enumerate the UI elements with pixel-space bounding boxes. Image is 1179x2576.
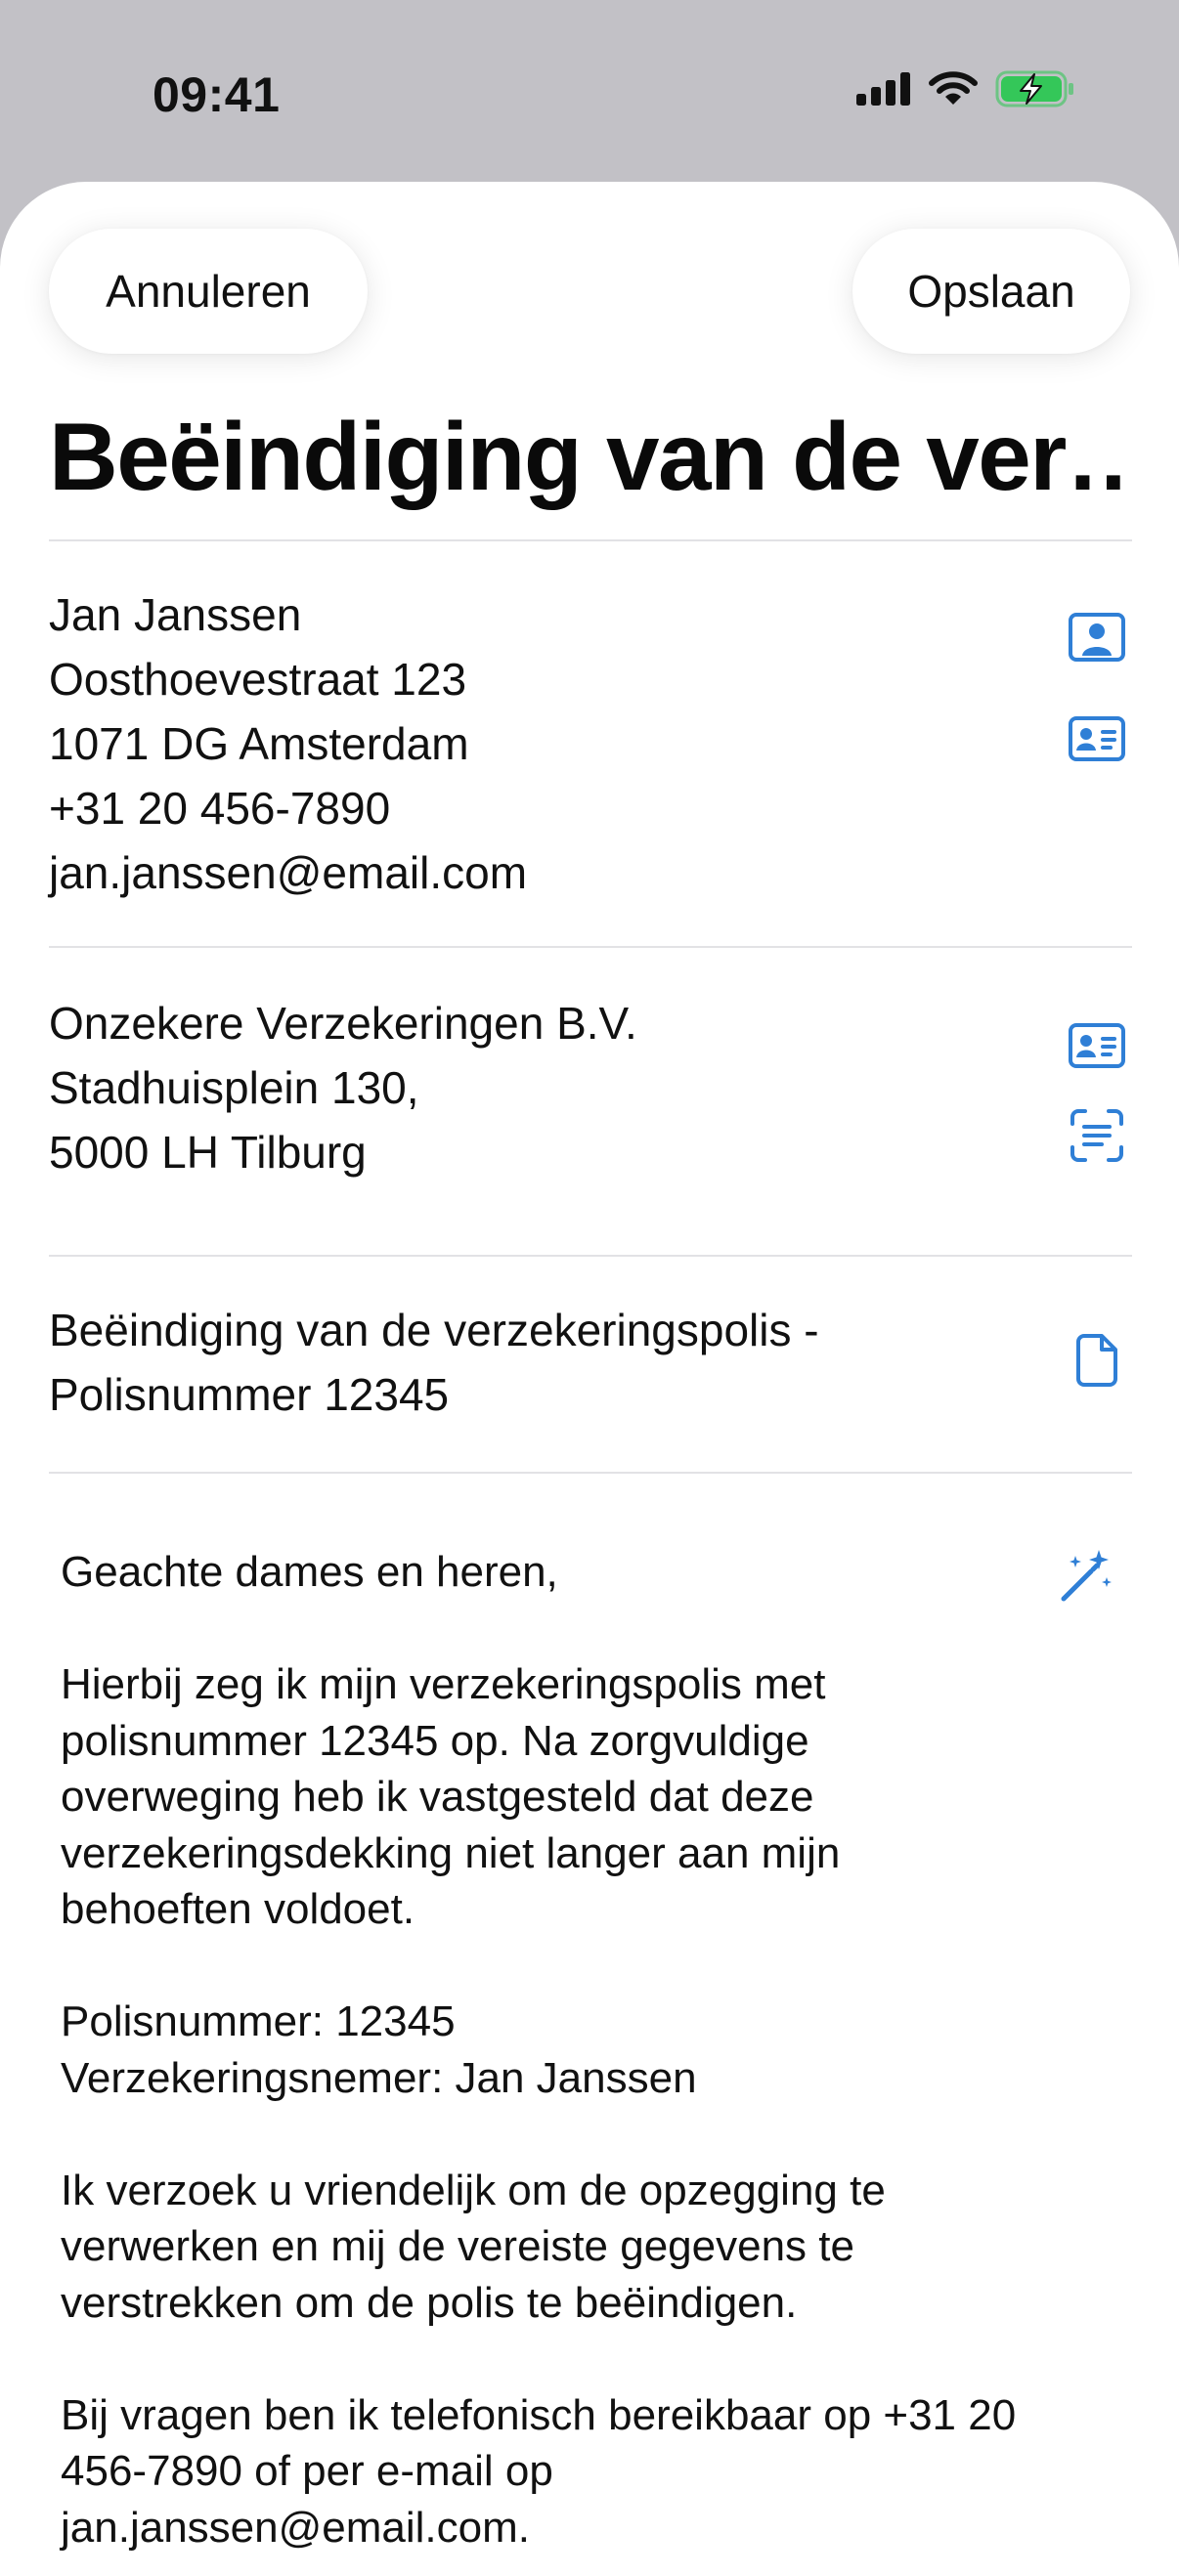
wifi-icon	[929, 71, 978, 111]
subject-line-1: Beëindiging van de verzekeringspolis -	[49, 1305, 819, 1355]
person-square-icon[interactable]	[1062, 602, 1132, 672]
sender-name: Jan Janssen	[49, 589, 302, 640]
letter-body[interactable]: Geachte dames en heren, Hierbij zeg ik m…	[61, 1544, 1126, 2555]
sender-street: Oosthoevestraat 123	[49, 654, 467, 705]
recipient-address-field[interactable]: Onzekere Verzekeringen B.V. Stadhuisplei…	[49, 991, 1007, 1184]
sender-phone: +31 20 456-7890	[49, 783, 391, 834]
save-button[interactable]: Opslaan	[852, 229, 1130, 354]
status-bar: 09:41	[0, 0, 1179, 186]
subject-line-2: Polisnummer 12345	[49, 1369, 450, 1420]
document-icon[interactable]	[1062, 1325, 1132, 1395]
divider	[49, 1255, 1132, 1257]
sender-email: jan.janssen@email.com	[49, 847, 528, 898]
recipient-street: Stadhuisplein 130,	[49, 1062, 419, 1113]
recipient-city: 5000 LH Tilburg	[49, 1127, 367, 1178]
sender-city: 1071 DG Amsterdam	[49, 718, 469, 769]
recipient-company: Onzekere Verzekeringen B.V.	[49, 998, 637, 1049]
cancel-button[interactable]: Annuleren	[49, 229, 368, 354]
status-icons	[856, 70, 1075, 112]
subject-field[interactable]: Beëindiging van de verzekeringspolis - P…	[49, 1298, 1007, 1427]
battery-charging-icon	[995, 70, 1075, 112]
scan-text-icon[interactable]	[1062, 1100, 1132, 1171]
magic-wand-icon[interactable]	[1050, 1542, 1120, 1612]
sender-address-field[interactable]: Jan Janssen Oosthoevestraat 123 1071 DG …	[49, 582, 1007, 905]
page-title: Beëindiging van de ver…	[49, 405, 1134, 510]
contact-card-icon[interactable]	[1062, 1010, 1132, 1081]
cellular-signal-icon	[856, 72, 911, 110]
divider	[49, 539, 1132, 541]
contact-card-icon[interactable]	[1062, 704, 1132, 774]
divider	[49, 946, 1132, 948]
divider	[49, 1472, 1132, 1474]
compose-sheet: Annuleren Opslaan Beëindiging van de ver…	[0, 182, 1179, 2576]
status-time: 09:41	[153, 67, 281, 122]
